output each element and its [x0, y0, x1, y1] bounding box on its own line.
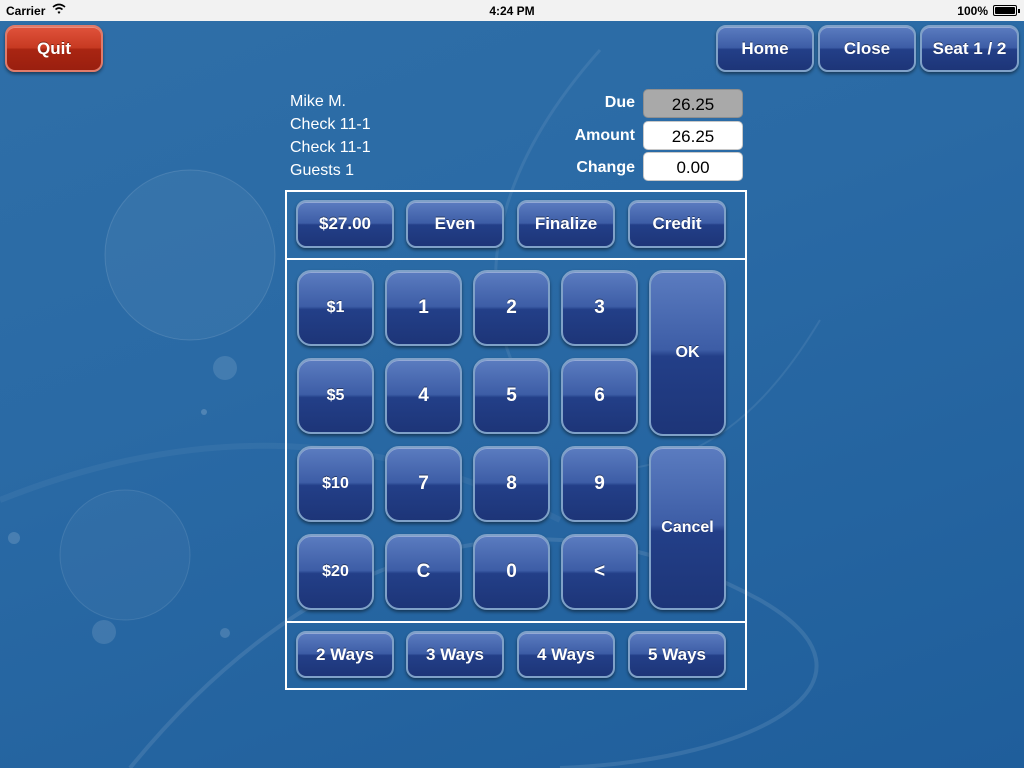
credit-button[interactable]: Credit [628, 200, 726, 248]
split-4-ways-button[interactable]: 4 Ways [517, 631, 615, 678]
key-7[interactable]: 7 [385, 446, 462, 522]
cash-1-button[interactable]: $1 [297, 270, 374, 346]
cash-20-button[interactable]: $20 [297, 534, 374, 610]
key-4[interactable]: 4 [385, 358, 462, 434]
key-6[interactable]: 6 [561, 358, 638, 434]
key-0[interactable]: 0 [473, 534, 550, 610]
ok-button[interactable]: OK [649, 270, 726, 436]
key-1[interactable]: 1 [385, 270, 462, 346]
cash-10-button[interactable]: $10 [297, 446, 374, 522]
amount-field[interactable]: 26.25 [643, 121, 743, 150]
battery-percentage: 100% [957, 4, 988, 18]
key-8[interactable]: 8 [473, 446, 550, 522]
quit-button[interactable]: Quit [5, 25, 103, 72]
finalize-button[interactable]: Finalize [517, 200, 615, 248]
seat-button[interactable]: Seat 1 / 2 [920, 25, 1019, 72]
check-number-secondary: Check 11-1 [290, 139, 371, 156]
split-3-ways-button[interactable]: 3 Ways [406, 631, 504, 678]
cash-5-button[interactable]: $5 [297, 358, 374, 434]
cancel-button[interactable]: Cancel [649, 446, 726, 610]
guest-count: Guests 1 [290, 162, 355, 179]
split-5-ways-button[interactable]: 5 Ways [628, 631, 726, 678]
clock-time: 4:24 PM [489, 4, 535, 18]
status-bar: Carrier 4:24 PM 100% [0, 0, 1024, 21]
clear-key[interactable]: C [385, 534, 462, 610]
server-name: Mike M. [290, 93, 346, 110]
due-label: Due [604, 94, 635, 111]
due-field: 26.25 [643, 89, 743, 118]
key-9[interactable]: 9 [561, 446, 638, 522]
exact-amount-button[interactable]: $27.00 [296, 200, 394, 248]
check-number: Check 11-1 [290, 116, 371, 133]
even-button[interactable]: Even [406, 200, 504, 248]
change-field: 0.00 [643, 152, 743, 181]
close-button[interactable]: Close [818, 25, 916, 72]
key-3[interactable]: 3 [561, 270, 638, 346]
key-5[interactable]: 5 [473, 358, 550, 434]
split-2-ways-button[interactable]: 2 Ways [296, 631, 394, 678]
backspace-key[interactable]: < [561, 534, 638, 610]
key-2[interactable]: 2 [473, 270, 550, 346]
change-label: Change [576, 159, 635, 176]
home-button[interactable]: Home [716, 25, 814, 72]
amount-label: Amount [574, 127, 635, 144]
battery-icon [993, 5, 1020, 16]
